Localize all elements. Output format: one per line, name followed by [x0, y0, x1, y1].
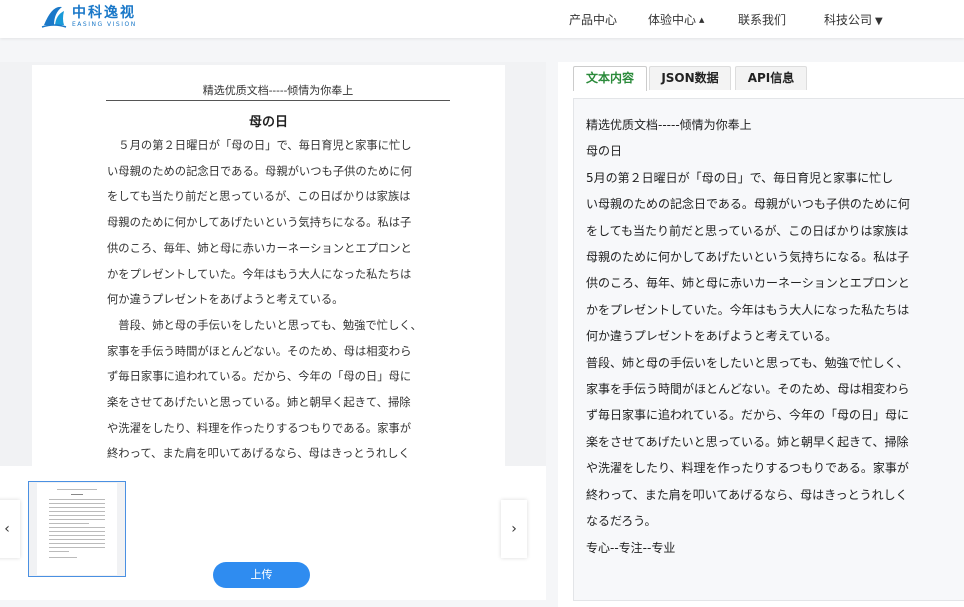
result-line: 5月の第２日曜日が「母の日」で、毎日育児と家事に忙し — [586, 170, 894, 185]
thumbnail-text-line — [71, 494, 83, 495]
document-line: 供のころ、毎年、姉と母に赤いカーネーションとエプロンと — [107, 241, 412, 255]
thumbnail-page — [37, 483, 117, 575]
result-line: をしても当たり前だと思っているが、この日ばかりは家族は — [586, 223, 909, 238]
document-body: ５月の第２日曜日が「母の日」で、毎日育児と家事に忙し い母親のための記念日である… — [107, 133, 451, 466]
thumbnail-text-line — [57, 489, 97, 490]
document-line: をしても当たり前だと思っているが、この日ばかりは家族は — [107, 190, 411, 204]
thumbnail-text-line — [49, 523, 89, 524]
result-line: なるだろう。 — [586, 514, 657, 529]
result-panel: 文本内容 JSON数据 API信息 精选优质文档-----倾情为你奉上 母の日 … — [558, 62, 964, 607]
document-line: 何か違うプレゼントをあげようと考えている。 — [107, 293, 344, 307]
thumbnail-text-line — [49, 499, 105, 500]
result-line: 家事を手伝う時間がほとんどない。そのため、母は相変わら — [586, 382, 910, 397]
result-line: や洗濯をしたり、料理を作ったりするつもりである。家事が — [586, 461, 909, 476]
result-line: 供のころ、毎年、姉と母に赤いカーネーションとエプロンと — [586, 276, 910, 291]
document-line: 楽をさせてあげたいと思っている。姉と朝早く起きて、掃除 — [107, 396, 411, 410]
logo[interactable]: 中科逸视 EASING VISION — [40, 3, 137, 31]
document-page: 精选优质文档-----倾情为你奉上 母の日 ５月の第２日曜日が「母の日」で、毎日… — [32, 65, 505, 466]
document-line: 母親のために何かしてあげたいという気持ちになる。私は子 — [107, 216, 412, 230]
sail-logo-icon — [40, 3, 68, 31]
thumbnail-text-line — [49, 547, 105, 548]
result-line: 終わって、また肩を叩いてあげるなら、母はきっとうれしく — [586, 487, 908, 502]
result-line: 普段、姉と母の手伝いをしたいと思っても、勉強で忙しく、 — [586, 355, 909, 370]
result-line: 楽をさせてあげたいと思っている。姉と朝早く起きて、掃除 — [586, 434, 909, 449]
thumbnail-text-line — [49, 535, 105, 536]
document-line: ず毎日家事に追われている。だから、今年の「母の日」母に — [107, 370, 412, 384]
nav-experience-center[interactable]: 体验中心 ▲ — [648, 11, 704, 28]
thumbnail-text-line — [49, 515, 105, 516]
result-line: 母の日 — [586, 144, 623, 159]
document-line: い母親のための記念日である。母親がいつも子供のために何 — [107, 164, 412, 178]
tab-text-content[interactable]: 文本内容 — [573, 66, 647, 91]
thumbnail-text-line — [49, 527, 105, 528]
document-preview-panel: 精选优质文档-----倾情为你奉上 母の日 ５月の第２日曜日が「母の日」で、毎日… — [0, 62, 546, 600]
recognized-text-box[interactable]: 精选优质文档-----倾情为你奉上 母の日 5月の第２日曜日が「母の日」で、毎日… — [573, 98, 964, 601]
document-title: 母の日 — [248, 115, 288, 130]
chevron-left-icon: ‹ — [4, 521, 10, 537]
document-viewer[interactable]: 精选优质文档-----倾情为你奉上 母の日 ５月の第２日曜日が「母の日」で、毎日… — [0, 62, 546, 466]
caret-up-icon: ▲ — [699, 16, 705, 24]
page-thumbnail[interactable] — [28, 481, 126, 577]
result-line: ず毎日家事に追われている。だから、今年の「母の日」母に — [586, 408, 910, 423]
nav-contact-us[interactable]: 联系我们 — [738, 11, 786, 28]
thumbnail-text-line — [49, 507, 105, 508]
result-line: 母親のために何かしてあげたいという気持ちになる。私は子 — [586, 250, 910, 265]
thumbnail-text-line — [49, 543, 105, 544]
logo-english-name: EASING VISION — [72, 21, 137, 28]
result-line: 专心--专注--专业 — [586, 540, 676, 555]
result-line: 何か違うプレゼントをあげようと考えている。 — [586, 329, 838, 344]
result-line: 精选优质文档-----倾情为你奉上 — [586, 118, 752, 132]
document-line: や洗濯をしたり、料理を作ったりするつもりである。家事が — [107, 421, 412, 435]
document-line: ５月の第２日曜日が「母の日」で、毎日育児と家事に忙し — [107, 139, 412, 152]
recognized-text: 精选优质文档-----倾情为你奉上 母の日 5月の第２日曜日が「母の日」で、毎日… — [586, 112, 964, 561]
nav-product-center[interactable]: 产品中心 — [569, 11, 617, 28]
logo-name: 中科逸视 — [72, 5, 136, 21]
document-header: 精选优质文档-----倾情为你奉上 — [106, 82, 450, 101]
thumbnail-text-line — [49, 539, 105, 540]
result-line: い母親のための記念日である。母親がいつも子供のために何 — [586, 197, 910, 212]
document-line: 普段、姉と母の手伝いをしたいと思っても、勉強で忙しく、 — [107, 318, 422, 332]
thumbnail-strip: ‹ › 上传 — [0, 466, 546, 600]
next-page-button[interactable]: › — [501, 500, 527, 558]
caret-down-icon: ▼ — [875, 16, 883, 27]
thumbnail-text-line — [49, 511, 105, 512]
tab-api-info[interactable]: API信息 — [735, 66, 807, 90]
thumbnail-text-line — [49, 557, 77, 558]
result-line: かをプレゼントしていた。今年はもう大人になった私たちは — [586, 302, 910, 317]
thumbnail-text-line — [49, 531, 105, 532]
document-line: 家事を手伝う時間がほとんどない。そのため、母は相変わら — [107, 344, 412, 358]
document-line: 終わって、また肩を叩いてあげるなら、母はきっとうれしく — [107, 447, 410, 461]
prev-page-button[interactable]: ‹ — [0, 500, 20, 558]
document-line: かをプレゼントしていた。今年はもう大人になった私たちは — [107, 267, 412, 281]
chevron-right-icon: › — [511, 521, 517, 537]
upload-button[interactable]: 上传 — [213, 562, 310, 588]
thumbnail-text-line — [49, 519, 105, 520]
thumbnail-text-line — [49, 551, 69, 552]
top-header: 中科逸视 EASING VISION 产品中心 体验中心 ▲ 联系我们 科技公司 ▼ — [0, 0, 964, 38]
nav-tech-company[interactable]: 科技公司 ▼ — [824, 11, 883, 28]
thumbnail-text-line — [49, 503, 105, 504]
tab-json-data[interactable]: JSON数据 — [649, 66, 731, 90]
